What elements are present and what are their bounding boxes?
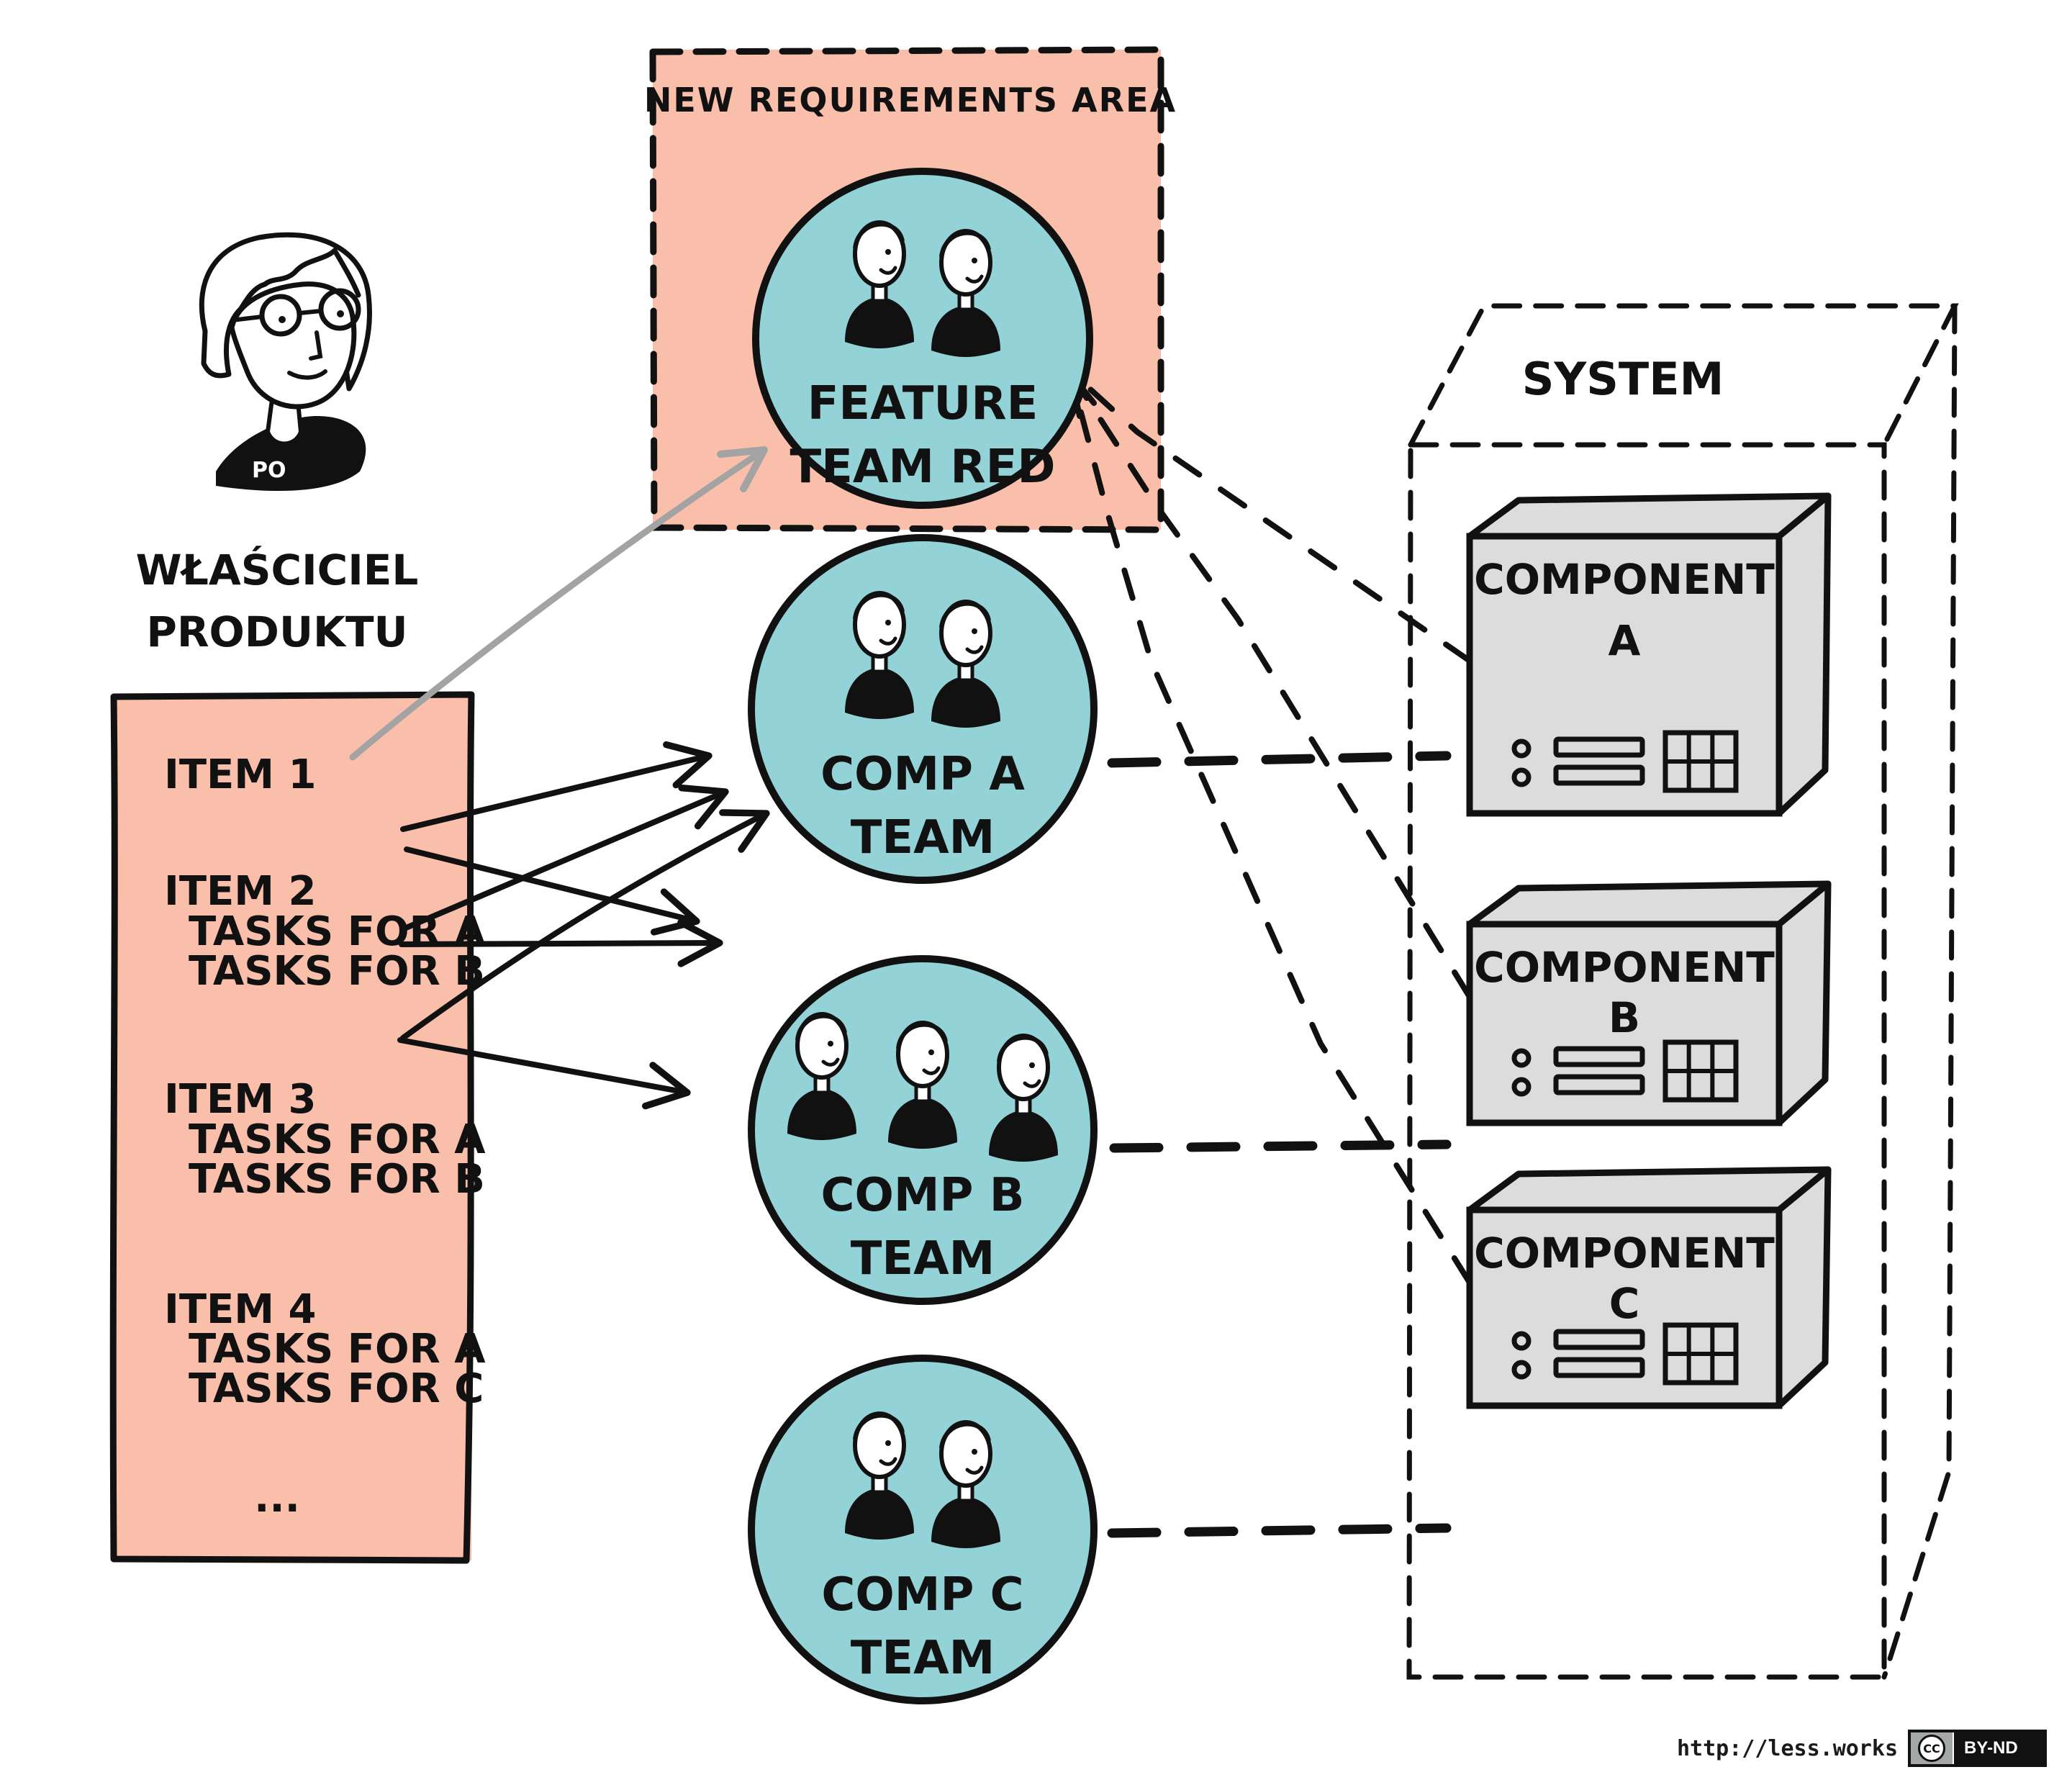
component-top-face — [1466, 492, 1832, 540]
backlog-task: TASKS FOR B — [189, 1156, 485, 1203]
po-glasses-bridge — [299, 309, 322, 315]
po-eye-left — [279, 316, 286, 323]
diagram-canvas: NEW REQUIREMENTS AREA PO WŁAŚCICIEL PROD… — [109, 46, 1959, 1704]
po-label-line2: PRODUKTU — [146, 607, 407, 656]
component-side-face — [1775, 880, 1832, 1126]
team-comp-c[interactable]: COMP C TEAM — [748, 1355, 1098, 1704]
backlog-item-title: ITEM 1 — [164, 751, 316, 798]
team-label-line2: TEAM — [851, 1232, 995, 1285]
component-label-line2: C — [1609, 1279, 1640, 1328]
component-side-face — [1775, 1166, 1832, 1409]
component-top-face — [1466, 880, 1832, 928]
component-box[interactable]: COMPONENTB — [1466, 880, 1832, 1126]
team-label-line1: COMP A — [820, 748, 1025, 801]
po-eye-right — [337, 310, 344, 317]
person-eye — [885, 1440, 891, 1446]
component-label-line2: A — [1609, 616, 1641, 665]
person-eye — [928, 1049, 934, 1055]
component-links — [1107, 751, 1452, 1538]
requirements-area-title: NEW REQUIREMENTS AREA — [644, 81, 1177, 119]
team-label-line2: TEAM — [851, 1632, 995, 1685]
cc-icon: CC — [1918, 1735, 1946, 1762]
backlog-task: TASKS FOR B — [189, 948, 485, 995]
license-badge[interactable]: CC BY-ND — [1908, 1730, 2047, 1767]
backlog-item[interactable]: ITEM 1 — [164, 751, 316, 798]
team-comp-a[interactable]: COMP A TEAM — [748, 534, 1098, 884]
team-label-line1: COMP C — [821, 1568, 1023, 1622]
team-label-line2: TEAM — [851, 811, 995, 864]
person-eye — [1029, 1062, 1035, 1068]
po-badge: PO — [252, 458, 286, 483]
team-label-line1: COMP B — [820, 1169, 1024, 1222]
component-label-line1: COMPONENT — [1474, 1229, 1775, 1278]
link-comp-c-team-to-component-c — [1107, 1523, 1452, 1538]
team-label-line2: TEAM RED — [790, 440, 1056, 494]
person-eye — [972, 628, 977, 634]
teams: FEATURETEAM REDCOMP ATEAMCOMP BTEAMCOMP … — [748, 168, 1098, 1704]
backlog-ellipsis: ... — [254, 1475, 300, 1522]
cc-icon-wrap: CC — [1911, 1732, 1953, 1764]
component-label-line2: B — [1609, 993, 1640, 1042]
component-side-face — [1775, 492, 1832, 817]
po-label-line1: WŁAŚCICIEL — [136, 545, 419, 595]
license-label: BY-ND — [1953, 1732, 2044, 1764]
system-side-face — [1881, 303, 1958, 1680]
team-feature-red[interactable]: FEATURE TEAM RED — [752, 168, 1093, 509]
component-label-line1: COMPONENT — [1474, 555, 1775, 604]
component-box[interactable]: COMPONENT A — [1466, 492, 1832, 817]
team-comp-b[interactable]: COMP B TEAM — [748, 955, 1098, 1305]
component-box[interactable]: COMPONENTC — [1466, 1166, 1832, 1409]
person-eye — [972, 258, 977, 263]
arrow-item3-b-to-comp-b — [399, 918, 723, 967]
team-label-line1: FEATURE — [807, 377, 1039, 430]
system-title: SYSTEM — [1522, 353, 1724, 405]
person-eye — [885, 620, 891, 625]
credit-url[interactable]: http://less.works — [1677, 1736, 1898, 1761]
backlog-task: TASKS FOR C — [189, 1365, 484, 1412]
link-comp-b-team-to-component-b — [1109, 1139, 1452, 1153]
component-label-line1: COMPONENT — [1474, 943, 1775, 992]
components: COMPONENTACOMPONENTBCOMPONENTC — [1466, 492, 1832, 1409]
person-eye — [885, 249, 891, 255]
credit: http://less.works CC BY-ND — [1677, 1730, 2047, 1767]
product-owner[interactable]: PO WŁAŚCICIEL PRODUKTU — [136, 232, 419, 656]
link-comp-a-team-to-component-a — [1107, 751, 1452, 768]
person-eye — [972, 1449, 977, 1455]
person-eye — [828, 1041, 833, 1047]
component-top-face — [1466, 1166, 1832, 1214]
